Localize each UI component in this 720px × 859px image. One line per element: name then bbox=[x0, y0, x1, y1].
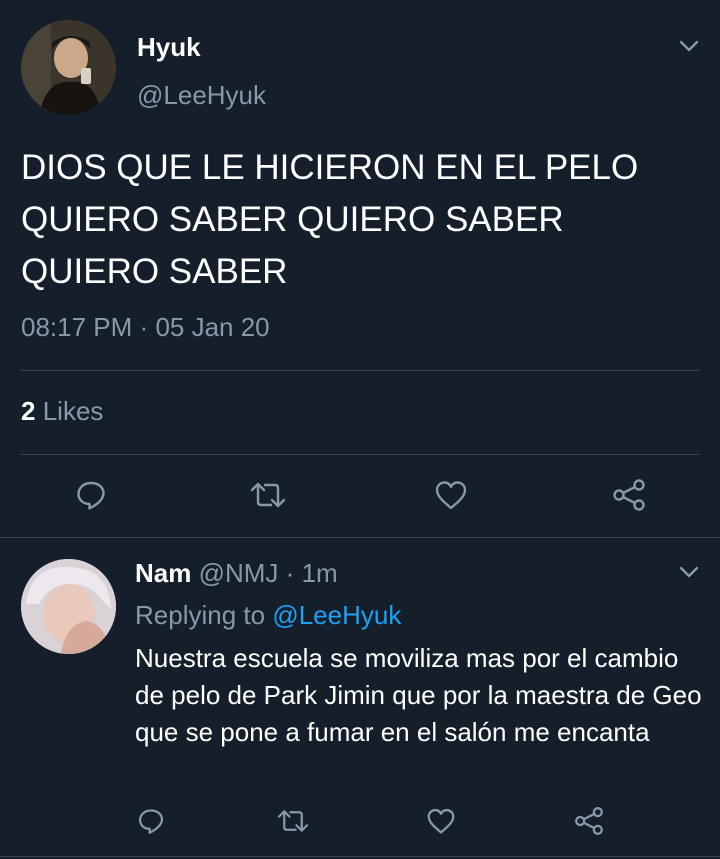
reply-header: Nam @NMJ · 1m bbox=[135, 558, 338, 589]
divider bbox=[0, 856, 720, 857]
date-separator: · bbox=[139, 312, 149, 342]
avatar[interactable] bbox=[21, 559, 116, 654]
author-name[interactable]: Nam bbox=[135, 558, 191, 588]
like-icon[interactable] bbox=[433, 477, 469, 513]
reply-icon[interactable] bbox=[135, 805, 167, 837]
reply-text: Nuestra escuela se moviliza mas por el c… bbox=[135, 643, 702, 747]
reply-icon[interactable] bbox=[73, 477, 109, 513]
reply-time: 1m bbox=[301, 558, 338, 588]
likes-count: 2 bbox=[21, 396, 36, 426]
retweet-icon[interactable] bbox=[248, 477, 288, 513]
tweet-timestamp: 08:17 PM · 05 Jan 20 bbox=[21, 312, 270, 343]
replying-to-mention[interactable]: @LeeHyuk bbox=[272, 600, 401, 630]
chevron-down-icon[interactable] bbox=[677, 560, 701, 584]
share-icon[interactable] bbox=[573, 805, 605, 837]
header-separator: · bbox=[285, 558, 295, 588]
retweet-icon[interactable] bbox=[275, 805, 311, 837]
likes-label: Likes bbox=[42, 396, 104, 426]
chevron-down-icon[interactable] bbox=[677, 34, 701, 58]
tweet-date: 05 Jan 20 bbox=[155, 312, 270, 342]
author-handle[interactable]: @NMJ bbox=[199, 558, 279, 588]
tweet-text: DIOS QUE LE HICIERON EN EL PELO QUIERO S… bbox=[21, 148, 639, 291]
main-tweet: Hyuk @LeeHyuk DIOS QUE LE HICIERON EN EL… bbox=[0, 0, 720, 537]
replying-to-label: Replying to bbox=[135, 600, 266, 630]
avatar[interactable] bbox=[21, 20, 116, 115]
divider bbox=[0, 537, 720, 538]
like-icon[interactable] bbox=[425, 805, 457, 837]
replying-to: Replying to @LeeHyuk bbox=[135, 600, 401, 631]
author-handle[interactable]: @LeeHyuk bbox=[137, 80, 266, 111]
divider bbox=[21, 370, 699, 371]
likes-summary[interactable]: 2 Likes bbox=[21, 396, 103, 427]
share-icon[interactable] bbox=[611, 477, 647, 513]
author-name[interactable]: Hyuk bbox=[137, 32, 201, 63]
divider bbox=[21, 454, 699, 455]
tweet-time: 08:17 PM bbox=[21, 312, 133, 342]
